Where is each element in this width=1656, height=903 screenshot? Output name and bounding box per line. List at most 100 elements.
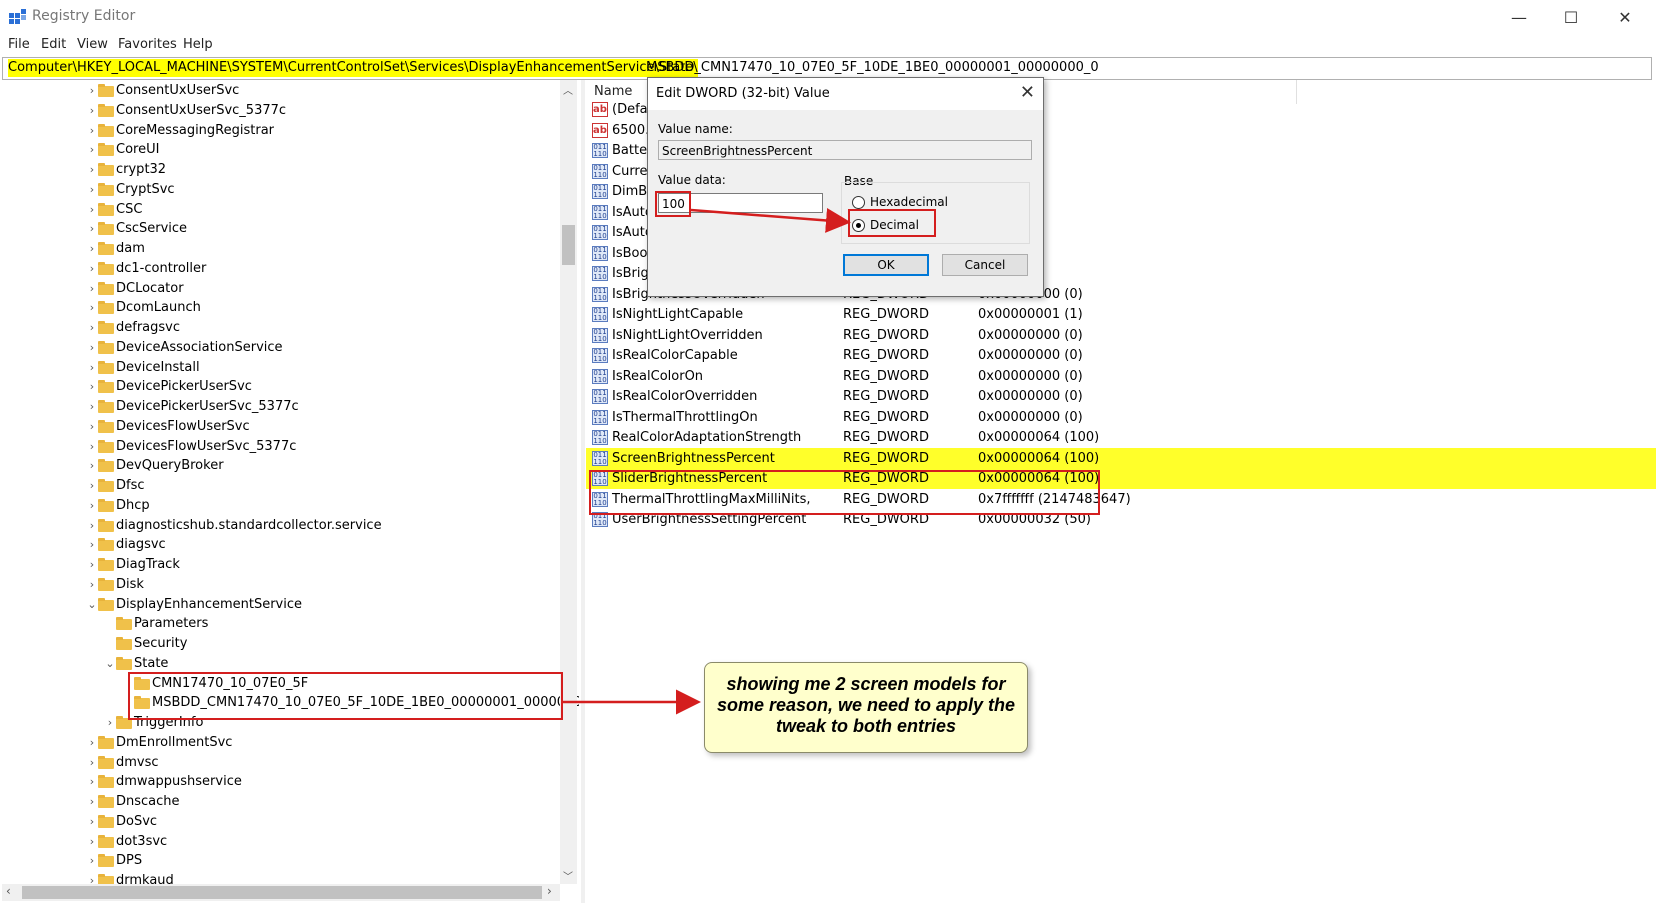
expand-chevron-icon[interactable]: › [104,713,116,732]
tree-item[interactable]: › diagnosticshub.standardcollector.servic… [2,516,577,535]
expand-chevron-icon[interactable]: › [86,318,98,337]
tree-item[interactable]: › CoreMessagingRegistrar [2,121,577,140]
column-header-name[interactable]: Name [594,84,632,99]
expand-chevron-icon[interactable]: › [86,279,98,298]
tree-item[interactable]: › dot3svc [2,832,577,851]
expand-chevron-icon[interactable]: › [86,180,98,199]
expand-chevron-icon[interactable]: › [86,81,98,100]
tree-item[interactable]: › dmwappushservice [2,772,577,791]
expand-chevron-icon[interactable]: › [86,140,98,159]
expand-chevron-icon[interactable]: › [86,496,98,515]
value-row[interactable]: 011 110 IsRealColorOverridden REG_DWORD 0x0… [586,386,1656,407]
close-button[interactable]: ✕ [1602,0,1648,34]
expand-chevron-icon[interactable]: › [86,239,98,258]
tree-item[interactable]: › DevQueryBroker [2,456,577,475]
expand-chevron-icon[interactable]: › [86,753,98,772]
value-row[interactable]: 011 110 IsRealColorCapable REG_DWORD 0x0000… [586,345,1656,366]
expand-chevron-icon[interactable]: › [86,792,98,811]
expand-chevron-icon[interactable]: › [86,417,98,436]
hexadecimal-label[interactable]: Hexadecimal [870,195,948,209]
scroll-right-icon[interactable]: › [547,884,552,898]
tree-item[interactable]: › DeviceAssociationService [2,338,577,357]
scroll-up-icon[interactable]: ︿ [563,82,573,97]
tree-item[interactable]: › DevicePickerUserSvc_5377c [2,397,577,416]
tree-item[interactable]: › DmEnrollmentSvc [2,733,577,752]
tree-item[interactable]: › ConsentUxUserSvc_5377c [2,101,577,120]
tree-item[interactable]: › diagsvc [2,535,577,554]
tree-item[interactable]: › DcomLaunch [2,298,577,317]
tree-item[interactable]: Parameters [2,614,577,633]
ok-button[interactable]: OK [843,254,929,276]
value-row[interactable]: 011 110 IsRealColorOn REG_DWORD 0x00000000 … [586,366,1656,387]
expand-chevron-icon[interactable]: › [86,298,98,317]
expand-chevron-icon[interactable]: › [86,555,98,574]
tree-item[interactable]: › DoSvc [2,812,577,831]
value-row[interactable]: 011 110 IsThermalThrottlingOn REG_DWORD 0x0… [586,407,1656,428]
tree-item[interactable]: › Dfsc [2,476,577,495]
tree-item[interactable]: › Disk [2,575,577,594]
tree-item[interactable]: › CryptSvc [2,180,577,199]
value-row[interactable]: 011 110 IsNightLightCapable REG_DWORD 0x000… [586,304,1656,325]
value-name-field[interactable]: ScreenBrightnessPercent [658,140,1032,160]
expand-chevron-icon[interactable]: › [86,516,98,535]
tree-scroll-thumb[interactable] [562,225,575,265]
scroll-down-icon[interactable]: ﹀ [563,868,573,883]
menu-file[interactable]: File [8,37,30,52]
expand-chevron-icon[interactable]: › [86,219,98,238]
expand-chevron-icon[interactable]: › [86,101,98,120]
tree-item[interactable]: › DeviceInstall [2,358,577,377]
tree-item[interactable]: › CoreUI [2,140,577,159]
tree-item[interactable]: › dc1-controller [2,259,577,278]
menu-view[interactable]: View [77,37,108,52]
collapse-chevron-icon[interactable]: ⌄ [104,654,116,673]
expand-chevron-icon[interactable]: › [86,812,98,831]
expand-chevron-icon[interactable]: › [86,121,98,140]
tree-item[interactable]: › DiagTrack [2,555,577,574]
menu-favorites[interactable]: Favorites [118,37,177,52]
tree-item[interactable]: Security [2,634,577,653]
expand-chevron-icon[interactable]: › [86,397,98,416]
expand-chevron-icon[interactable]: › [86,832,98,851]
expand-chevron-icon[interactable]: › [86,772,98,791]
expand-chevron-icon[interactable]: › [86,338,98,357]
dialog-close-icon[interactable]: ✕ [1020,82,1035,103]
tree-item[interactable]: › CscService [2,219,577,238]
expand-chevron-icon[interactable]: › [86,377,98,396]
expand-chevron-icon[interactable]: › [86,575,98,594]
key-tree[interactable]: › ConsentUxUserSvc › ConsentUxUserSvc_5377c… [2,80,579,903]
expand-chevron-icon[interactable]: › [86,476,98,495]
tree-item[interactable]: › DevicesFlowUserSvc_5377c [2,437,577,456]
tree-item[interactable]: › DPS [2,851,577,870]
expand-chevron-icon[interactable]: › [86,851,98,870]
pane-splitter[interactable] [581,80,585,903]
tree-hscroll-thumb[interactable] [22,886,542,899]
value-row[interactable]: 011 110 IsNightLightOverridden REG_DWORD 0x… [586,325,1656,346]
tree-vertical-scrollbar[interactable]: ︿ ﹀ [560,80,577,884]
tree-item[interactable]: › DCLocator [2,279,577,298]
cancel-button[interactable]: Cancel [942,254,1028,276]
tree-item[interactable]: ⌄ DisplayEnhancementService [2,595,577,614]
tree-item[interactable]: › crypt32 [2,160,577,179]
maximize-button[interactable]: ☐ [1548,0,1594,34]
expand-chevron-icon[interactable]: › [86,437,98,456]
expand-chevron-icon[interactable]: › [86,358,98,377]
tree-item[interactable]: › CSC [2,200,577,219]
hexadecimal-radio[interactable] [852,196,865,209]
expand-chevron-icon[interactable]: › [86,535,98,554]
tree-item[interactable]: ⌄ State [2,654,577,673]
tree-item[interactable]: › dmvsc [2,753,577,772]
tree-horizontal-scrollbar[interactable]: ‹ › [2,884,560,901]
value-row[interactable]: 011 110 ScreenBrightnessPercent REG_DWORD 0… [586,447,1656,469]
expand-chevron-icon[interactable]: › [86,456,98,475]
tree-item[interactable]: › Dnscache [2,792,577,811]
tree-item[interactable]: › DevicePickerUserSvc [2,377,577,396]
tree-item[interactable]: › Dhcp [2,496,577,515]
expand-chevron-icon[interactable]: › [86,259,98,278]
minimize-button[interactable]: — [1496,0,1542,34]
expand-chevron-icon[interactable]: › [86,733,98,752]
expand-chevron-icon[interactable]: › [86,160,98,179]
scroll-left-icon[interactable]: ‹ [6,884,11,898]
value-row[interactable]: 011 110 RealColorAdaptationStrength REG_DW… [586,427,1656,448]
expand-chevron-icon[interactable]: › [86,200,98,219]
tree-item[interactable]: › dam [2,239,577,258]
